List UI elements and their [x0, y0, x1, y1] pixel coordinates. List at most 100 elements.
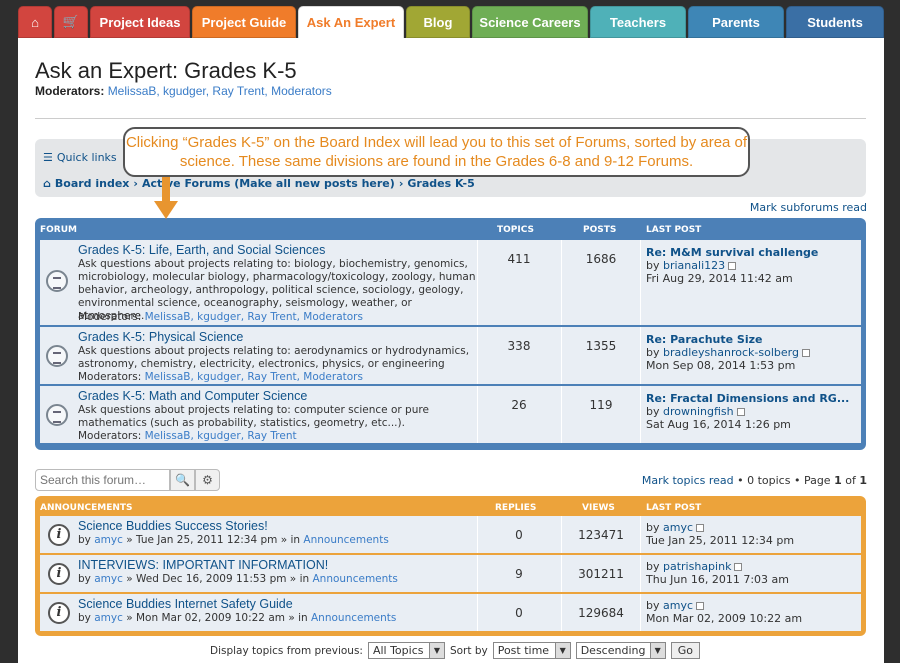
tab-project-ideas[interactable]: Project Ideas	[90, 6, 190, 38]
last-post-title[interactable]: Re: Fractal Dimensions and RG...	[646, 392, 849, 405]
go-button[interactable]: Go	[670, 642, 700, 659]
announcements-header: ANNOUNCEMENTS REPLIES VIEWS LAST POST	[40, 503, 702, 513]
forum-row: Grades K-5: Life, Earth, and Social Scie…	[40, 240, 861, 326]
forum-list: FORUM TOPICS POSTS LAST POST Grades K-5:…	[35, 218, 866, 450]
views-count: 301211	[578, 567, 624, 581]
top-nav: ⌂ 🛒 Project Ideas Project Guide Ask An E…	[18, 6, 884, 39]
posts-count: 119	[589, 398, 613, 412]
topics-count: 338	[507, 339, 531, 353]
announcement-title-link[interactable]: INTERVIEWS: IMPORTANT INFORMATION!	[78, 558, 328, 572]
moderators-links[interactable]: MelissaB, kgudger, Ray Trent, Moderators	[108, 84, 332, 98]
replies-count: 0	[515, 606, 523, 620]
view-latest-post-icon[interactable]	[734, 563, 743, 571]
gear-icon: ⚙	[202, 473, 213, 487]
sort-by-select[interactable]: Post time	[492, 642, 571, 659]
announcement-row: i INTERVIEWS: IMPORTANT INFORMATION! by …	[40, 555, 861, 593]
view-latest-post-icon[interactable]	[696, 602, 705, 610]
forum-row: Grades K-5: Math and Computer Science As…	[40, 386, 861, 444]
replies-count: 9	[515, 567, 523, 581]
view-latest-post-icon[interactable]	[728, 262, 737, 270]
page-body: Ask an Expert: Grades K-5 Moderators: Me…	[18, 38, 884, 663]
display-options: Display topics from previous: All Topics…	[210, 642, 700, 659]
tab-science-careers[interactable]: Science Careers	[472, 6, 588, 38]
annotation-callout: Clicking “Grades K-5” on the Board Index…	[123, 127, 750, 177]
posts-count: 1355	[585, 339, 617, 353]
last-post: Re: Parachute Size by bradleyshanrock-so…	[646, 333, 810, 372]
announcement-icon: i	[48, 602, 70, 624]
last-post: by patrishapink Thu Jun 16, 2011 7:03 am	[646, 560, 789, 586]
page-title: Ask an Expert: Grades K-5	[35, 58, 297, 83]
tab-blog[interactable]: Blog	[406, 6, 470, 38]
view-latest-post-icon[interactable]	[736, 408, 745, 416]
home-icon: ⌂	[31, 14, 39, 30]
last-post: Re: Fractal Dimensions and RG... by drow…	[646, 392, 850, 431]
announcement-icon: i	[48, 524, 70, 546]
tab-students[interactable]: Students	[786, 6, 884, 38]
breadcrumb-active-forums[interactable]: Active Forums (Make all new posts here)	[142, 177, 395, 190]
tab-project-guide[interactable]: Project Guide	[192, 6, 296, 38]
display-topics-select[interactable]: All Topics	[367, 642, 445, 659]
announcements-list: ANNOUNCEMENTS REPLIES VIEWS LAST POST i …	[35, 496, 866, 636]
announcement-row: i Science Buddies Internet Safety Guide …	[40, 594, 861, 632]
last-post-user[interactable]: bradleyshanrock-solberg	[663, 346, 799, 359]
breadcrumb-board-index[interactable]: Board index	[55, 177, 130, 190]
last-post-user[interactable]: drowningfish	[663, 405, 734, 418]
forum-description: Ask questions about projects relating to…	[78, 345, 470, 370]
announcement-title-link[interactable]: Science Buddies Success Stories!	[78, 519, 268, 533]
posts-count: 1686	[585, 252, 617, 266]
views-count: 129684	[578, 606, 624, 620]
forum-title-link[interactable]: Grades K-5: Physical Science	[78, 330, 243, 344]
tab-ask-an-expert[interactable]: Ask An Expert	[298, 6, 404, 39]
arrow-down-icon	[154, 177, 178, 219]
home-icon: ⌂	[43, 177, 51, 190]
last-post-title[interactable]: Re: M&M survival challenge	[646, 246, 818, 259]
forum-title-link[interactable]: Grades K-5: Life, Earth, and Social Scie…	[78, 243, 325, 257]
forum-moderators: Moderators: MelissaB, kgudger, Ray Trent	[78, 430, 297, 442]
quick-links[interactable]: ☰ Quick links	[43, 151, 117, 164]
topics-count: 411	[507, 252, 531, 266]
forum-moderators: Moderators: MelissaB, kgudger, Ray Trent…	[78, 371, 363, 383]
forum-row: Grades K-5: Physical Science Ask questio…	[40, 327, 861, 385]
moderators-line: Moderators: MelissaB, kgudger, Ray Trent…	[35, 84, 332, 98]
tab-home[interactable]: ⌂	[18, 6, 52, 38]
view-latest-post-icon[interactable]	[696, 524, 705, 532]
views-count: 123471	[578, 528, 624, 542]
search-icon: 🔍	[175, 473, 190, 487]
last-post: by amyc Tue Jan 25, 2011 12:34 pm	[646, 521, 795, 547]
announcement-icon: i	[48, 563, 70, 585]
forum-read-icon	[46, 404, 68, 426]
forum-read-icon	[46, 345, 68, 367]
search-button[interactable]: 🔍	[170, 469, 195, 491]
tab-cart[interactable]: 🛒	[54, 6, 88, 38]
breadcrumb: ⌂ Board index › Active Forums (Make all n…	[43, 177, 475, 190]
tab-teachers[interactable]: Teachers	[590, 6, 686, 38]
menu-icon: ☰	[43, 151, 53, 164]
forum-list-header: FORUM TOPICS POSTS LAST POST	[40, 225, 702, 235]
forum-moderators: Moderators: MelissaB, kgudger, Ray Trent…	[78, 311, 363, 323]
replies-count: 0	[515, 528, 523, 542]
last-post-user[interactable]: brianali123	[663, 259, 725, 272]
divider	[35, 118, 866, 119]
mark-subforums-read-link[interactable]: Mark subforums read	[750, 201, 867, 214]
topics-count: 26	[511, 398, 527, 412]
last-post: by amyc Mon Mar 02, 2009 10:22 am	[646, 599, 803, 625]
announcement-title-link[interactable]: Science Buddies Internet Safety Guide	[78, 597, 293, 611]
advanced-search-button[interactable]: ⚙	[195, 469, 220, 491]
view-latest-post-icon[interactable]	[801, 349, 810, 357]
announcement-meta: by amyc » Wed Dec 16, 2009 11:53 pm » in…	[78, 573, 398, 585]
tab-parents[interactable]: Parents	[688, 6, 784, 38]
forum-read-icon	[46, 270, 68, 292]
last-post-title[interactable]: Re: Parachute Size	[646, 333, 762, 346]
mark-topics-read-link[interactable]: Mark topics read	[642, 474, 734, 487]
breadcrumb-grades-k5[interactable]: Grades K-5	[407, 177, 474, 190]
forum-title-link[interactable]: Grades K-5: Math and Computer Science	[78, 389, 307, 403]
announcement-meta: by amyc » Mon Mar 02, 2009 10:22 am » in…	[78, 612, 397, 624]
announcement-meta: by amyc » Tue Jan 25, 2011 12:34 pm » in…	[78, 534, 389, 546]
cart-icon: 🛒	[62, 14, 80, 29]
sort-order-select[interactable]: Descending	[575, 642, 666, 659]
search-input[interactable]	[35, 469, 170, 491]
announcement-row: i Science Buddies Success Stories! by am…	[40, 516, 861, 554]
pagination: Mark topics read • 0 topics • Page 1 of …	[641, 474, 867, 487]
forum-description: Ask questions about projects relating to…	[78, 404, 429, 429]
last-post: Re: M&M survival challenge by brianali12…	[646, 246, 819, 285]
